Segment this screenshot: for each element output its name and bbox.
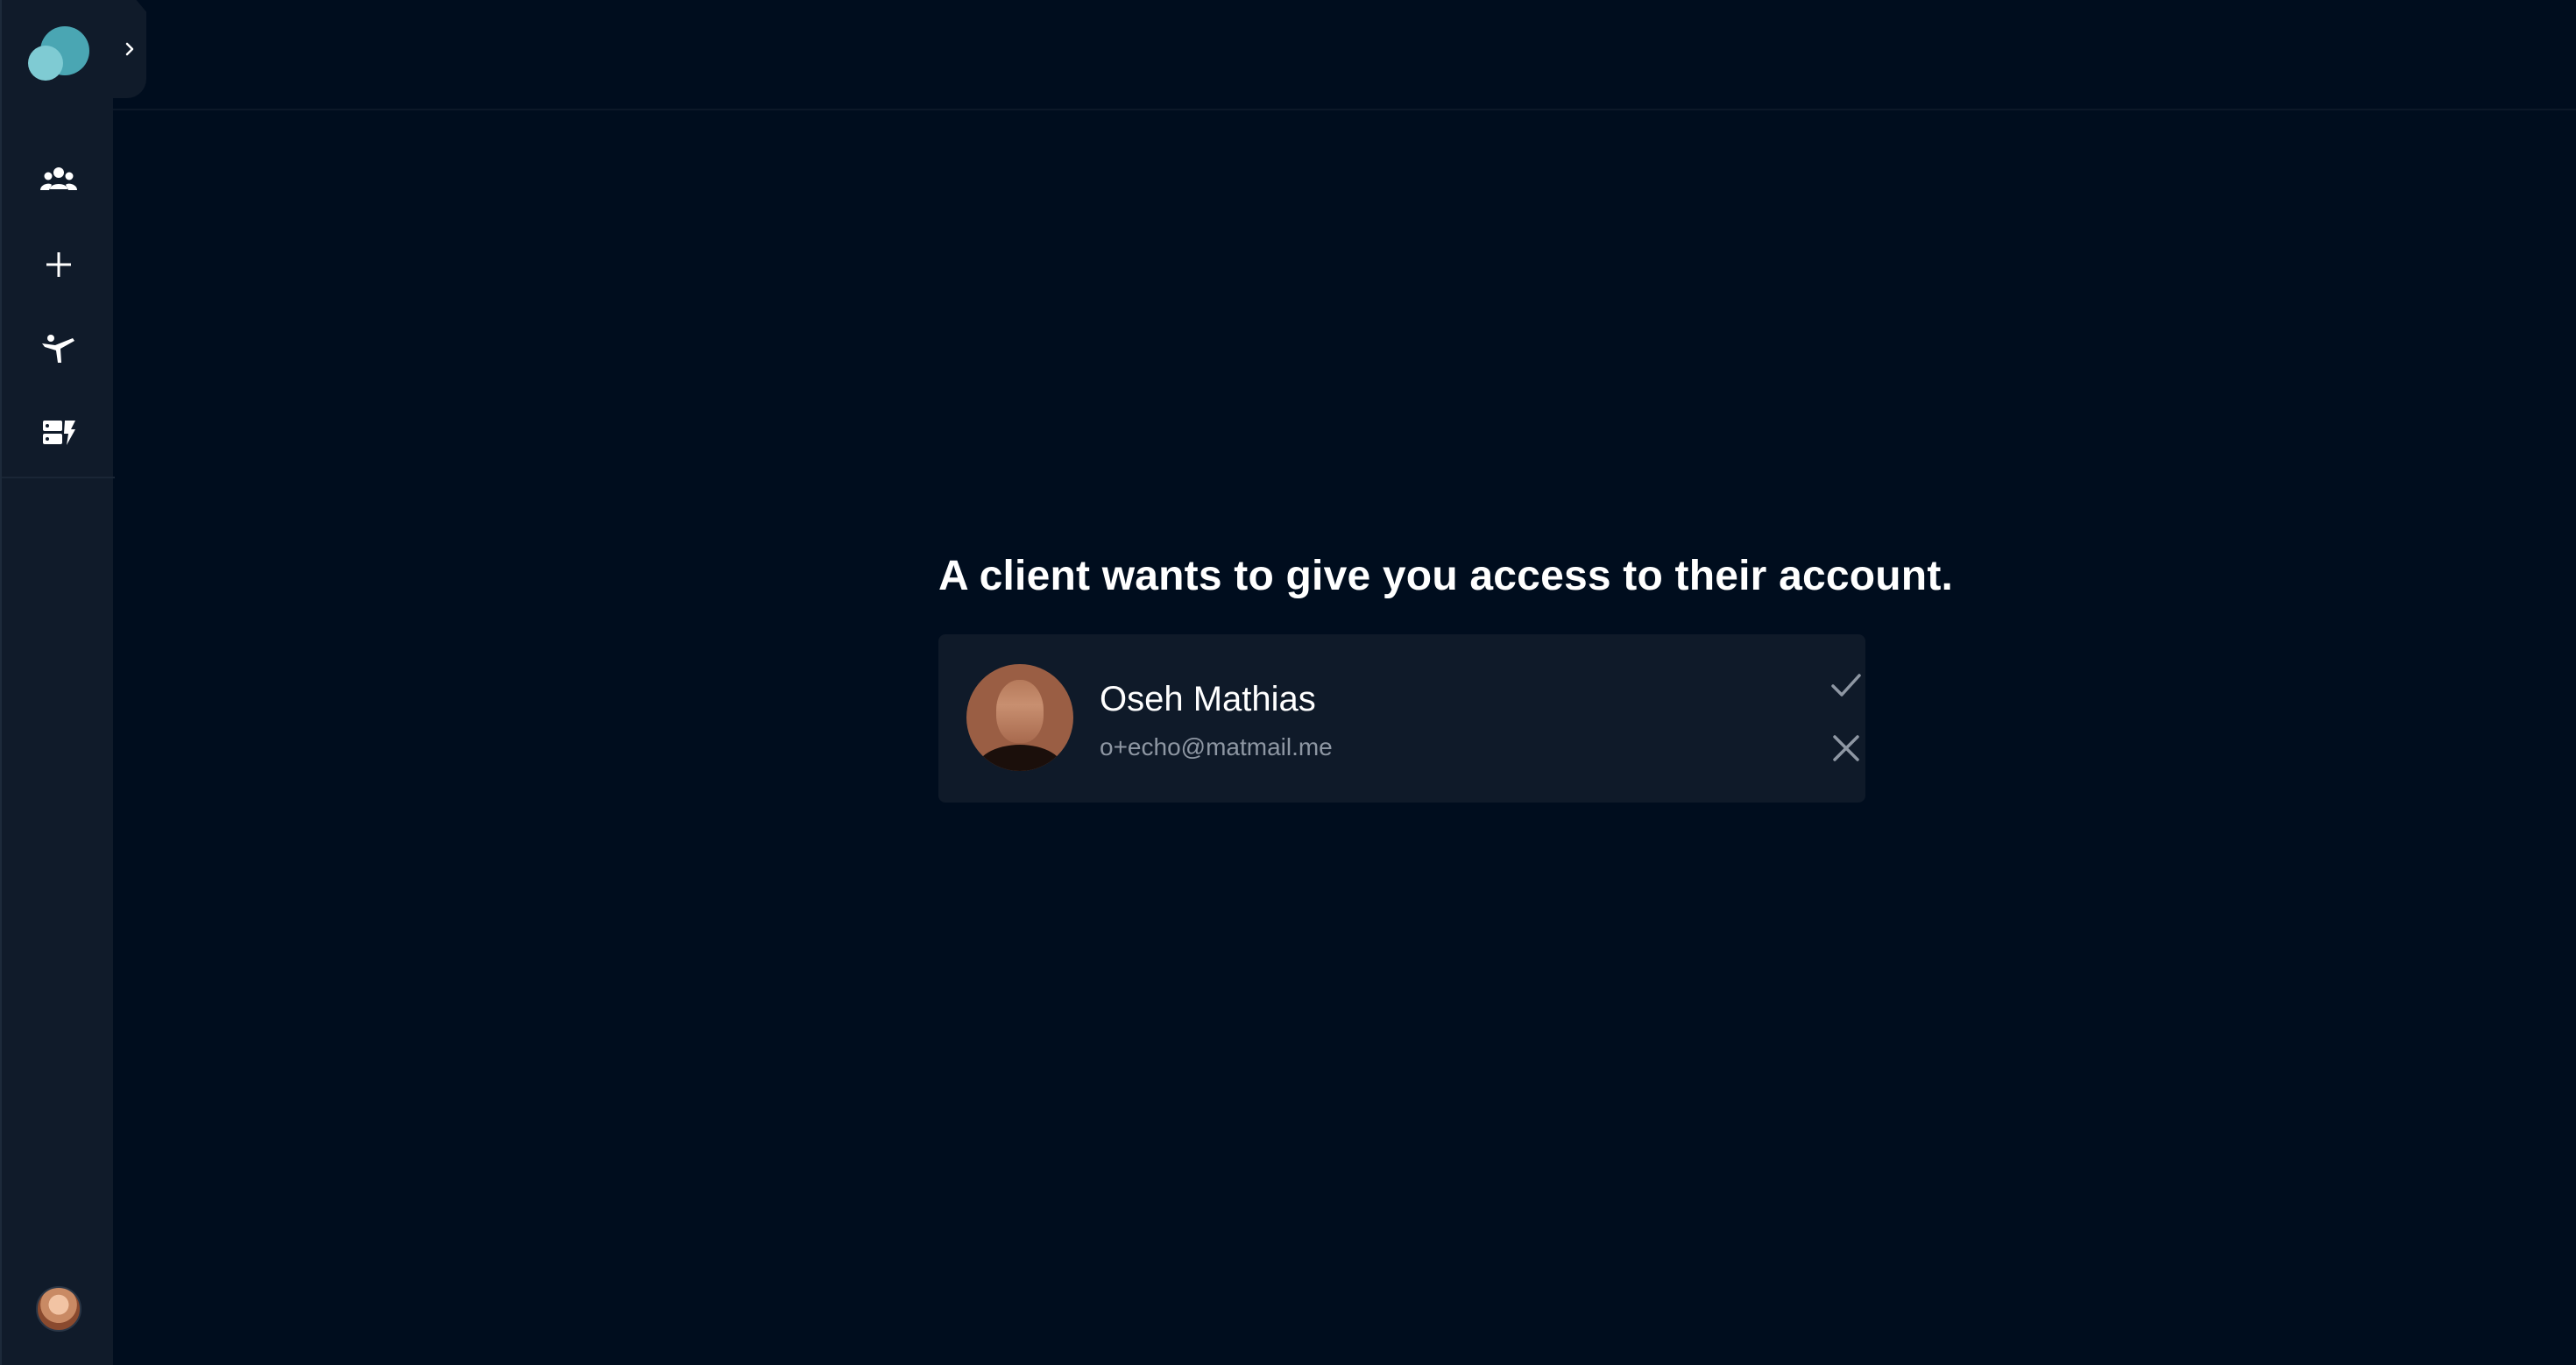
app-root: A client wants to give you access to the… <box>0 0 2576 1365</box>
plus-icon <box>46 252 71 277</box>
sidebar-item-add[interactable] <box>2 223 115 307</box>
decline-button[interactable] <box>1825 727 1867 769</box>
client-name: Oseh Mathias <box>1100 680 1316 718</box>
yoga-pose-icon <box>41 335 74 363</box>
sidebar-nav <box>2 138 115 475</box>
client-request-card: Oseh Mathias o+echo@matmail.me <box>938 634 1865 803</box>
sidebar-item-programs[interactable] <box>2 391 115 475</box>
client-avatar-shoulders <box>975 745 1065 771</box>
client-email: o+echo@matmail.me <box>1100 733 1333 760</box>
accept-button[interactable] <box>1825 664 1867 706</box>
top-header <box>113 0 2576 110</box>
sidebar-divider <box>2 477 115 478</box>
sidebar-item-clients[interactable] <box>2 138 115 223</box>
client-avatar-face <box>996 680 1044 743</box>
sidebar <box>0 0 115 1365</box>
close-icon <box>1833 735 1859 761</box>
workout-cards-icon <box>42 421 75 445</box>
logo-circle-small <box>28 46 63 81</box>
user-avatar[interactable] <box>36 1286 81 1332</box>
client-avatar <box>966 664 1073 771</box>
group-icon <box>39 167 77 190</box>
sidebar-item-exercises[interactable] <box>2 307 115 391</box>
bubbles-logo-icon[interactable] <box>28 26 89 82</box>
access-request-panel: A client wants to give you access to the… <box>938 547 1954 803</box>
check-icon <box>1831 674 1861 697</box>
access-request-prompt: A client wants to give you access to the… <box>938 553 1954 599</box>
